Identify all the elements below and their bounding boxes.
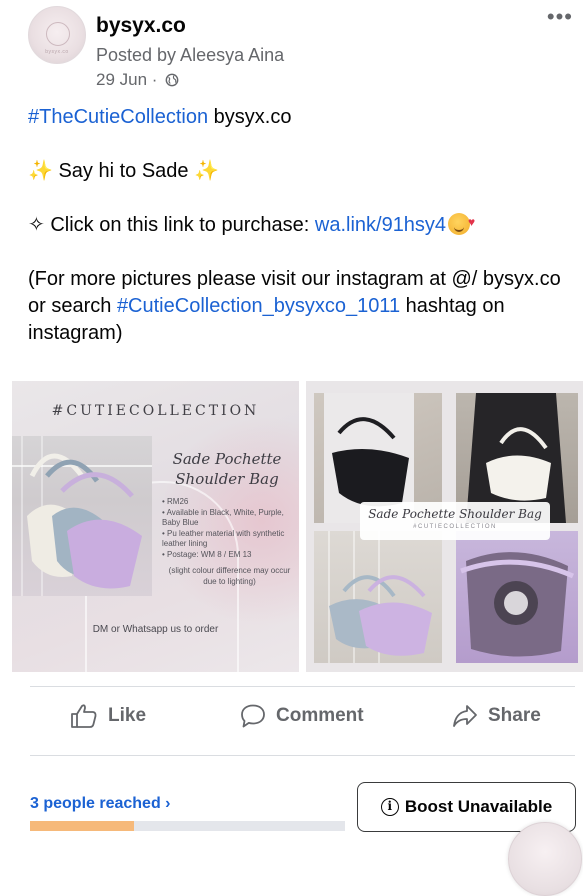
- post-meta: 29 Jun ·: [96, 70, 179, 90]
- globe-icon: [165, 73, 179, 87]
- collection-title: #CUTIECOLLECTION: [51, 403, 260, 419]
- reach-progress-bar: [30, 821, 345, 831]
- bag-photo: [12, 436, 152, 596]
- product-details: • RM26 • Available in Black, White, Purp…: [162, 497, 297, 587]
- more-options-button[interactable]: •••: [547, 6, 573, 28]
- product-name-line-1: Sade Pochette: [172, 450, 282, 468]
- post-header: bysyx.co bysyx.co Posted by Aleesya Aina…: [0, 0, 583, 100]
- post-line-hashtag: #TheCutieCollection bysyx.co: [28, 104, 568, 131]
- post-line-link: ✧ Click on this link to purchase: wa.lin…: [28, 209, 568, 239]
- date-separator: ·: [147, 70, 163, 89]
- purchase-link[interactable]: wa.link/91hsy4: [315, 214, 446, 236]
- instagram-hashtag-link[interactable]: #CutieCollection_bysyxco_1011: [117, 295, 400, 317]
- avatar-logo-text: bysyx.co: [45, 49, 69, 55]
- banner-title: Sade Pochette Shoulder Bag: [368, 507, 542, 521]
- post-date[interactable]: 29 Jun: [96, 70, 147, 90]
- like-label: Like: [108, 705, 147, 726]
- posted-by: Posted by Aleesya Aina: [96, 45, 285, 65]
- hashtag-link[interactable]: #TheCutieCollection: [28, 106, 208, 128]
- collage-banner: Sade Pochette Shoulder Bag #CUTIECOLLECT…: [360, 502, 550, 540]
- page-avatar[interactable]: bysyx.co: [28, 6, 86, 64]
- divider: [30, 686, 575, 687]
- logo-mark: [46, 22, 70, 46]
- post-body: #TheCutieCollection bysyx.co ✨ Say hi to…: [28, 104, 568, 347]
- sparkles-icon: ✨: [28, 160, 53, 182]
- post-line-more-info: (For more pictures please visit our inst…: [28, 266, 568, 347]
- comment-icon: [241, 704, 265, 728]
- share-button[interactable]: Share: [452, 700, 541, 732]
- order-cta: DM or Whatsapp us to order: [92, 624, 219, 635]
- chevron-right-icon: ›: [165, 795, 171, 812]
- product-name: Sade Pochette Shoulder Bag: [162, 449, 292, 489]
- product-poster-image[interactable]: #CUTIECOLLECTION Sade Pochette Shoulder …: [12, 381, 299, 672]
- comment-label: Comment: [276, 705, 364, 726]
- link-prefix: ✧ Click on this link to purchase:: [28, 214, 315, 236]
- colour-note: (slight colour difference may occur due …: [168, 566, 291, 586]
- reach-progress-fill: [30, 821, 134, 831]
- post-line-greeting: ✨ Say hi to Sade ✨: [28, 158, 568, 185]
- detail-postage: • Postage: WM 8 / EM 13: [162, 549, 252, 559]
- boost-label: Boost Unavailable: [404, 797, 553, 816]
- hashtag-suffix: bysyx.co: [208, 106, 292, 128]
- detail-material: • Pu leather material with synthetic lea…: [162, 528, 285, 549]
- share-icon: [453, 705, 477, 727]
- detail-colors: • Available in Black, White, Purple, Bab…: [162, 507, 284, 528]
- photo-blue-purple-bags: [314, 531, 442, 663]
- photo-bag-interior: [456, 531, 578, 663]
- divider: [30, 755, 575, 756]
- info-icon: i: [380, 798, 399, 816]
- people-reached-label: 3 people reached: [30, 795, 161, 812]
- greeting-text: Say hi to Sade: [52, 160, 195, 182]
- comment-button[interactable]: Comment: [240, 700, 364, 732]
- product-collage-image[interactable]: Sade Pochette Shoulder Bag #CUTIECOLLECT…: [306, 381, 583, 672]
- floating-page-avatar[interactable]: [508, 822, 582, 896]
- sparkles-icon: ✨: [194, 160, 220, 182]
- people-reached-link[interactable]: 3 people reached ›: [30, 795, 171, 813]
- share-label: Share: [488, 705, 541, 726]
- product-name-line-2: Shoulder Bag: [175, 470, 279, 488]
- smiling-face-with-hearts-icon: [448, 209, 475, 236]
- thumbs-up-icon: [71, 704, 97, 728]
- banner-subtitle: #CUTIECOLLECTION: [413, 524, 497, 530]
- page-name[interactable]: bysyx.co: [96, 14, 186, 38]
- detail-price: • RM26: [162, 497, 189, 506]
- like-button[interactable]: Like: [70, 700, 146, 732]
